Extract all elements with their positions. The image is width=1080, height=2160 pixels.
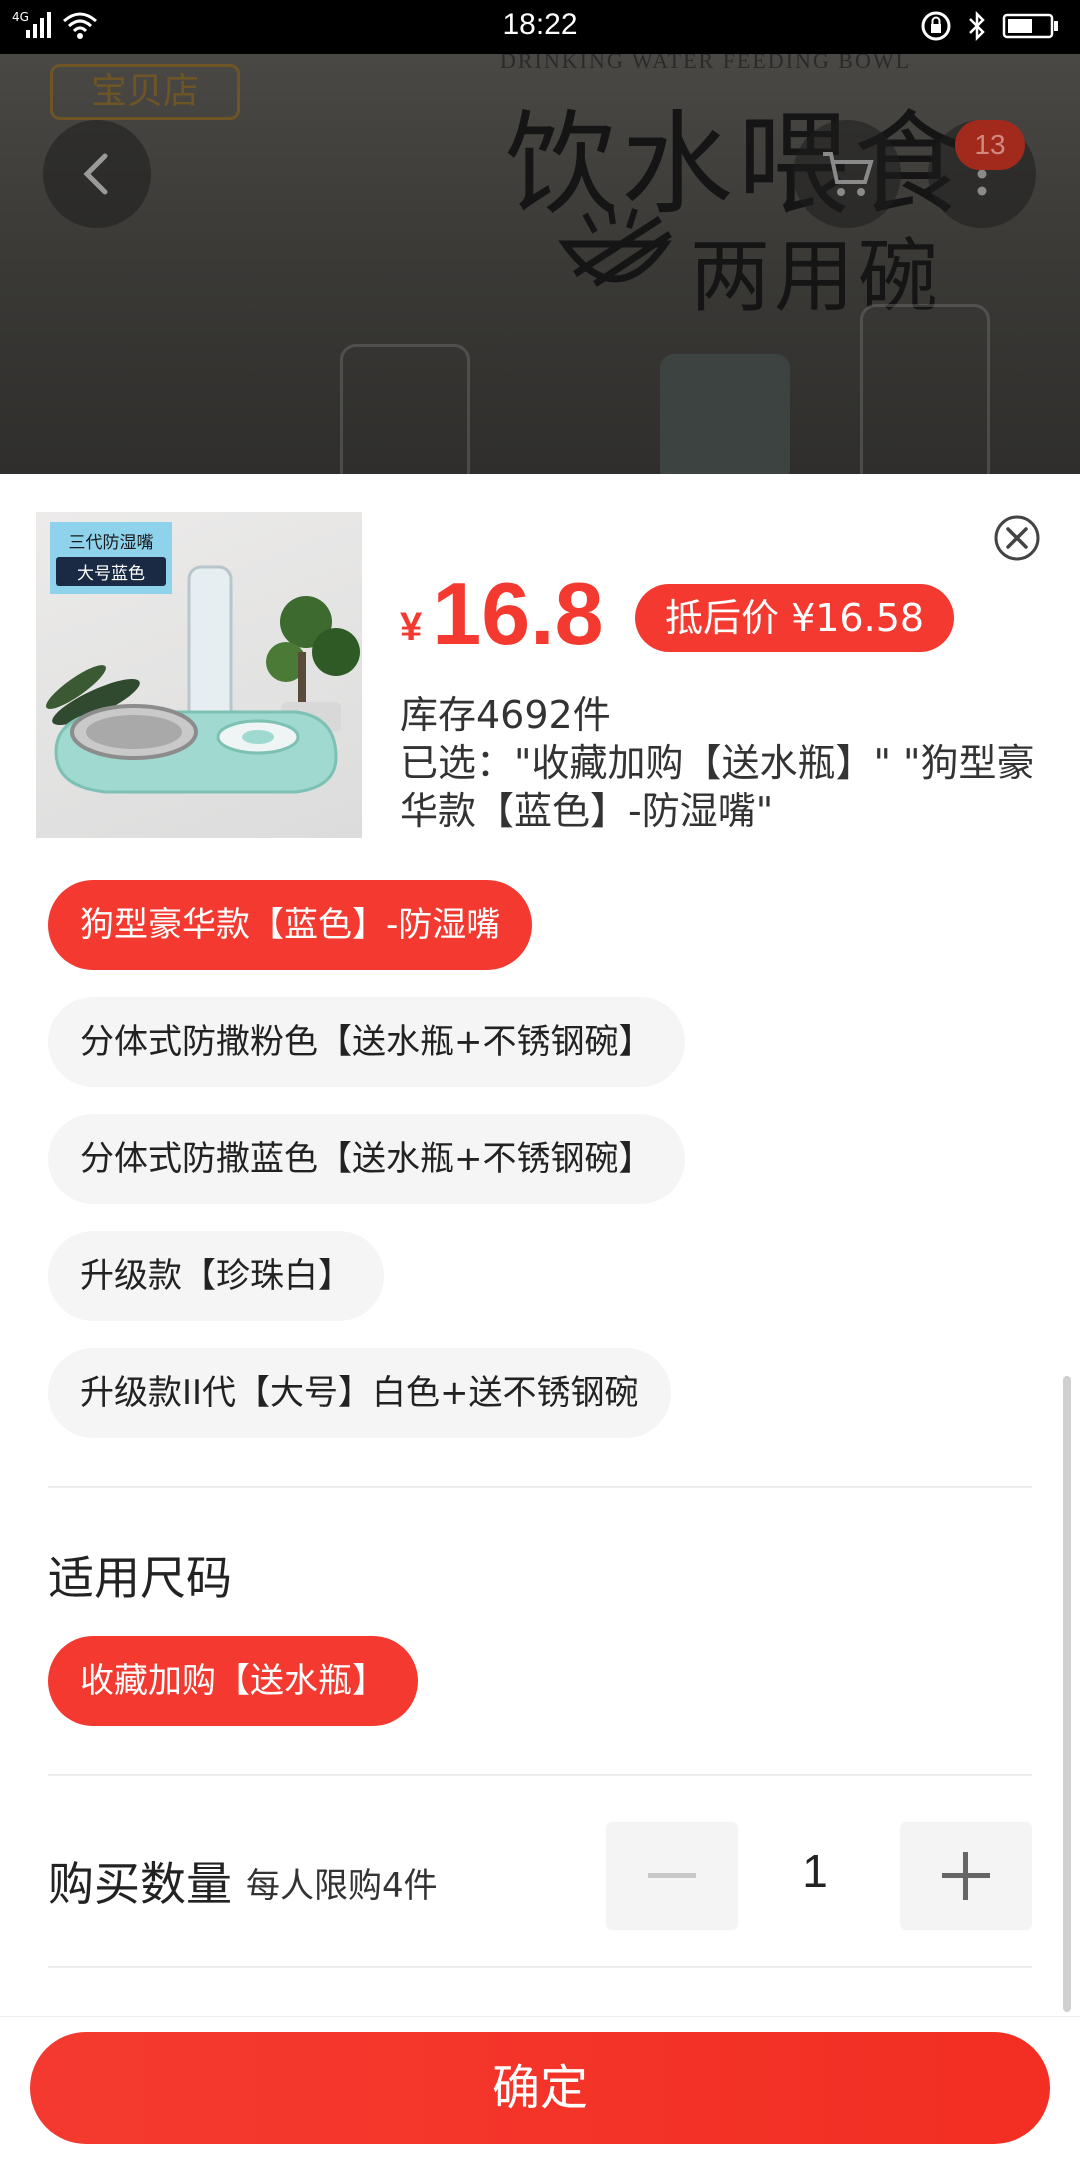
option-chip[interactable]: 狗型豪华款【蓝色】-防湿嘴 <box>48 880 533 970</box>
status-right <box>920 10 1060 42</box>
size-section-title: 适用尺码 <box>48 1551 232 1605</box>
status-bar: 4G 18:22 <box>0 0 1080 54</box>
banner-glass <box>340 344 470 474</box>
currency-symbol: ¥ <box>400 605 423 649</box>
option-chip[interactable]: 分体式防撒蓝色【送水瓶+不锈钢碗】 <box>48 1114 685 1204</box>
banner-english-line: DRINKING WATER FEEDING BOWL <box>500 54 912 73</box>
style-option-list: 狗型豪华款【蓝色】-防湿嘴 分体式防撒粉色【送水瓶+不锈钢碗】 分体式防撒蓝色【… <box>48 880 685 1465</box>
plus-icon <box>942 1852 990 1900</box>
close-button[interactable] <box>993 514 1041 562</box>
bowl-illustration-icon <box>558 204 672 287</box>
after-discount-price-badge: 抵后价 ¥16.58 <box>635 584 955 652</box>
battery-icon <box>1002 13 1058 39</box>
close-circle-icon <box>994 515 1040 561</box>
quantity-value[interactable]: 1 <box>755 1844 875 1898</box>
option-chip[interactable]: 分体式防撒粉色【送水瓶+不锈钢碗】 <box>48 997 685 1087</box>
price: 16.8 <box>432 564 604 663</box>
cart-icon <box>823 152 874 196</box>
price-row: ¥ 16.8 <box>400 564 604 663</box>
back-button[interactable] <box>43 120 151 228</box>
quantity-label: 购买数量 <box>48 1857 232 1911</box>
cart-button[interactable] <box>793 120 901 228</box>
store-badge: 宝贝店 <box>50 64 240 120</box>
stock-count: 库存4692件 <box>400 693 611 737</box>
banner-glass <box>860 304 990 474</box>
cart-count-badge: 13 <box>955 120 1025 170</box>
pet-bowl-image <box>46 565 360 794</box>
option-chip[interactable]: 升级款【珍珠白】 <box>48 1231 384 1321</box>
scrollbar[interactable] <box>1063 1376 1071 2012</box>
size-option-chip[interactable]: 收藏加购【送水瓶】 <box>48 1636 418 1726</box>
quantity-limit-note: 每人限购4件 <box>246 1866 438 1906</box>
product-thumbnail[interactable]: 三代防湿嘴 大号蓝色 <box>36 512 362 838</box>
divider <box>48 1774 1032 1776</box>
status-time: 18:22 <box>502 8 578 41</box>
confirm-button[interactable]: 确定 <box>30 2032 1050 2144</box>
quantity-decrease-button[interactable] <box>606 1822 738 1930</box>
bluetooth-icon <box>969 10 985 42</box>
product-banner: 宝贝店 DRINKING WATER FEEDING BOWL 饮水喂食 两用碗… <box>0 54 1080 474</box>
quantity-increase-button[interactable] <box>900 1822 1032 1930</box>
minus-icon <box>648 1873 696 1878</box>
size-option: 收藏加购【送水瓶】 <box>48 1636 418 1726</box>
option-chip[interactable]: 升级款II代【大号】白色+送不锈钢碗 <box>48 1348 671 1438</box>
divider <box>48 1966 1032 1968</box>
selected-summary: 已选："收藏加购【送水瓶】" "狗型豪华款【蓝色】-防湿嘴" <box>400 741 1035 833</box>
divider <box>48 1486 1032 1488</box>
rotation-lock-icon <box>921 11 951 41</box>
sku-sheet: 三代防湿嘴 大号蓝色 ¥ 16.8 抵后价 ¥16.58 库存4692件 已选：… <box>0 474 1080 2160</box>
banner-cup <box>660 354 790 474</box>
chevron-left-icon <box>83 153 108 195</box>
